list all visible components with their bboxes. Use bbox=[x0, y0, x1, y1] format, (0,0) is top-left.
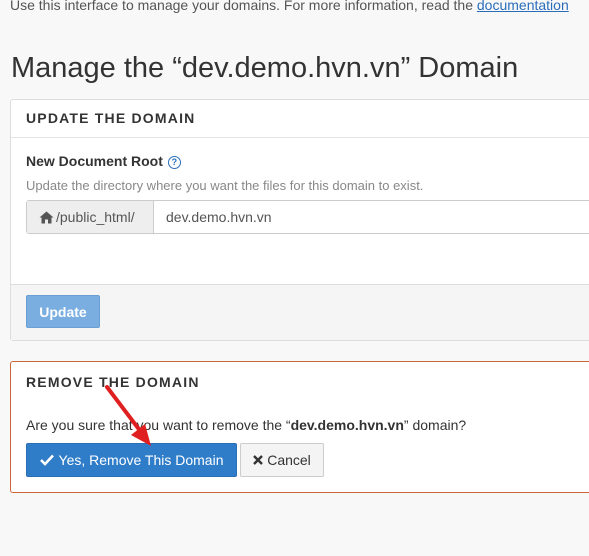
cancel-button[interactable]: Cancel bbox=[240, 443, 324, 477]
document-root-input-group: /public_html/ bbox=[26, 200, 589, 234]
remove-panel-heading: REMOVE THE DOMAIN bbox=[26, 374, 200, 390]
update-domain-panel: UPDATE THE DOMAIN New Document Root? Upd… bbox=[10, 99, 589, 341]
remove-domain-panel: REMOVE THE DOMAIN Are you sure that you … bbox=[10, 361, 589, 493]
intro-text: Use this interface to manage your domain… bbox=[10, 0, 569, 13]
confirm-text-after: ” domain? bbox=[403, 417, 467, 433]
home-icon bbox=[39, 211, 54, 223]
cancel-button-label: Cancel bbox=[267, 452, 311, 468]
x-icon bbox=[253, 455, 264, 465]
document-root-label: New Document Root? bbox=[26, 153, 181, 169]
document-root-label-text: New Document Root bbox=[26, 153, 163, 169]
help-icon[interactable]: ? bbox=[167, 156, 181, 169]
remove-domain-button-label: Yes, Remove This Domain bbox=[58, 452, 224, 468]
update-button[interactable]: Update bbox=[26, 295, 100, 328]
document-root-input[interactable] bbox=[154, 201, 589, 233]
remove-confirmation-text: Are you sure that you want to remove the… bbox=[26, 417, 466, 433]
confirm-domain-name: dev.demo.hvn.vn bbox=[290, 417, 404, 433]
page-title: Manage the “dev.demo.hvn.vn” Domain bbox=[11, 52, 519, 84]
intro-sentence: Use this interface to manage your domain… bbox=[10, 0, 477, 13]
documentation-link[interactable]: documentation bbox=[477, 0, 569, 13]
check-icon bbox=[39, 454, 54, 466]
update-panel-heading: UPDATE THE DOMAIN bbox=[11, 100, 589, 138]
remove-domain-button[interactable]: Yes, Remove This Domain bbox=[26, 443, 237, 477]
path-prefix-text: /public_html/ bbox=[56, 209, 135, 225]
path-prefix-addon: /public_html/ bbox=[27, 201, 154, 233]
confirm-text-before: Are you sure that you want to remove the… bbox=[26, 417, 291, 433]
document-root-help-text: Update the directory where you want the … bbox=[26, 178, 424, 193]
update-panel-footer: Update bbox=[11, 284, 589, 340]
